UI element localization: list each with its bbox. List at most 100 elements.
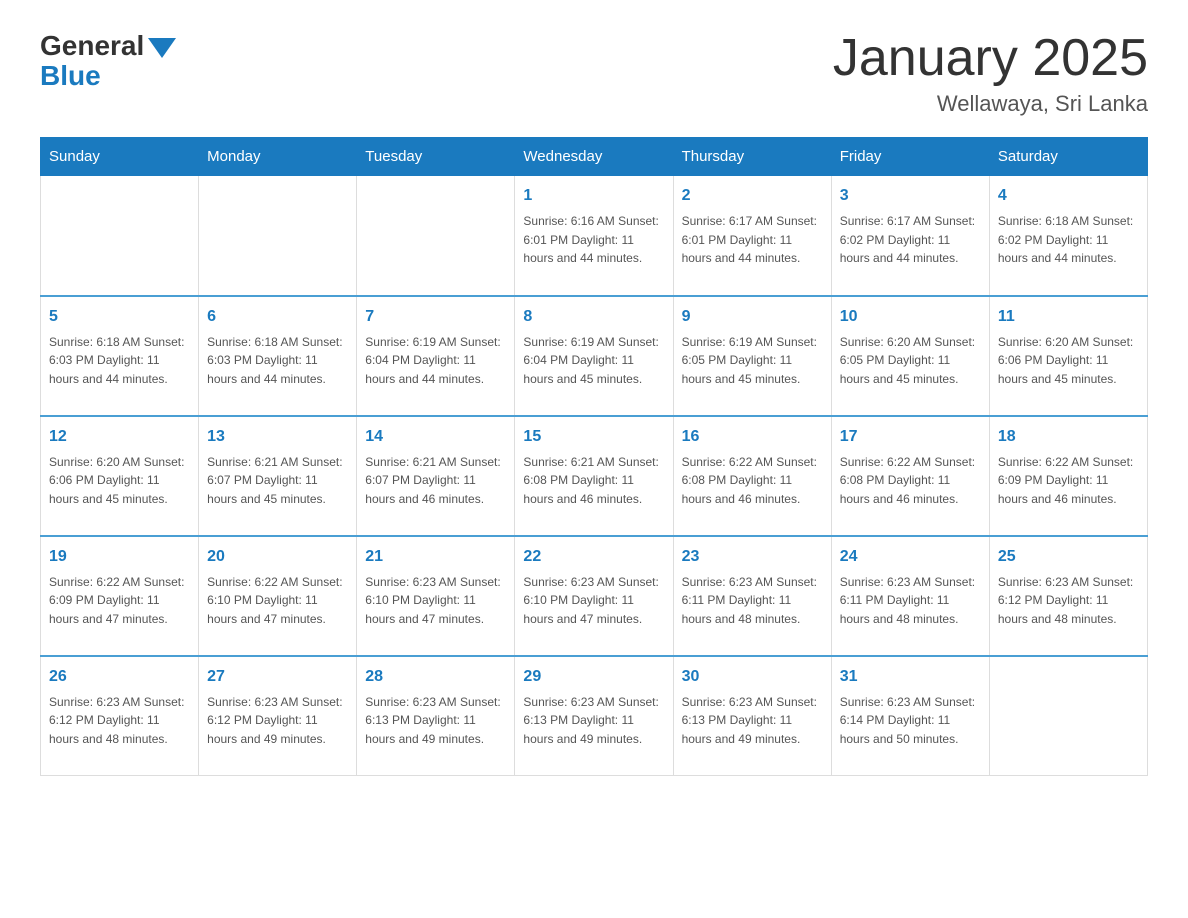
day-info: Sunrise: 6:20 AM Sunset: 6:06 PM Dayligh…: [998, 333, 1139, 389]
calendar-cell: 23 Sunrise: 6:23 AM Sunset: 6:11 PM Dayli…: [673, 536, 831, 656]
day-number: 1: [523, 184, 664, 208]
calendar-cell: 1 Sunrise: 6:16 AM Sunset: 6:01 PM Daylig…: [515, 176, 673, 296]
day-number: 6: [207, 305, 348, 329]
day-info: Sunrise: 6:23 AM Sunset: 6:12 PM Dayligh…: [998, 573, 1139, 629]
day-info: Sunrise: 6:20 AM Sunset: 6:06 PM Dayligh…: [49, 453, 190, 509]
calendar-cell: 22Sunrise: 6:23 AM Sunset: 6:10 PM Dayli…: [515, 536, 673, 656]
calendar-table: SundayMondayTuesdayWednesdayThursdayFrid…: [40, 137, 1148, 776]
calendar-cell: 15 Sunrise: 6:21 AM Sunset: 6:08 PM Dayli…: [515, 416, 673, 536]
day-number: 5: [49, 305, 190, 329]
logo: General Blue: [40, 30, 176, 92]
day-info: Sunrise: 6:18 AM Sunset: 6:03 PM Dayligh…: [49, 333, 190, 389]
calendar-cell: 10 Sunrise: 6:20 AM Sunset: 6:05 PM Dayli…: [831, 296, 989, 416]
calendar-cell: [41, 176, 199, 296]
day-info: Sunrise: 6:23 AM Sunset: 6:12 PM Dayligh…: [207, 693, 348, 749]
calendar-week-row: 12Sunrise: 6:20 AM Sunset: 6:06 PM Dayli…: [41, 416, 1148, 536]
calendar-cell: 11 Sunrise: 6:20 AM Sunset: 6:06 PM Dayli…: [989, 296, 1147, 416]
calendar-cell: 8Sunrise: 6:19 AM Sunset: 6:04 PM Daylig…: [515, 296, 673, 416]
location-text: Wellawaya, Sri Lanka: [833, 91, 1148, 117]
logo-triangle-icon: [148, 38, 176, 58]
calendar-cell: 6Sunrise: 6:18 AM Sunset: 6:03 PM Daylig…: [199, 296, 357, 416]
day-info: Sunrise: 6:18 AM Sunset: 6:02 PM Dayligh…: [998, 212, 1139, 268]
day-number: 15: [523, 425, 664, 449]
day-number: 7: [365, 305, 506, 329]
calendar-cell: 7 Sunrise: 6:19 AM Sunset: 6:04 PM Daylig…: [357, 296, 515, 416]
day-info: Sunrise: 6:23 AM Sunset: 6:10 PM Dayligh…: [365, 573, 506, 629]
day-number: 18: [998, 425, 1139, 449]
weekday-header-row: SundayMondayTuesdayWednesdayThursdayFrid…: [41, 138, 1148, 176]
day-number: 4: [998, 184, 1139, 208]
calendar-cell: [199, 176, 357, 296]
logo-general-text: General: [40, 30, 144, 62]
day-info: Sunrise: 6:20 AM Sunset: 6:05 PM Dayligh…: [840, 333, 981, 389]
day-number: 17: [840, 425, 981, 449]
calendar-cell: [357, 176, 515, 296]
day-number: 31: [840, 665, 981, 689]
day-info: Sunrise: 6:22 AM Sunset: 6:10 PM Dayligh…: [207, 573, 348, 629]
weekday-header-saturday: Saturday: [989, 138, 1147, 176]
calendar-cell: 12Sunrise: 6:20 AM Sunset: 6:06 PM Dayli…: [41, 416, 199, 536]
calendar-cell: 2 Sunrise: 6:17 AM Sunset: 6:01 PM Daylig…: [673, 176, 831, 296]
calendar-week-row: 19 Sunrise: 6:22 AM Sunset: 6:09 PM Dayli…: [41, 536, 1148, 656]
calendar-week-row: 26 Sunrise: 6:23 AM Sunset: 6:12 PM Dayli…: [41, 656, 1148, 776]
day-info: Sunrise: 6:23 AM Sunset: 6:11 PM Dayligh…: [682, 573, 823, 629]
day-info: Sunrise: 6:17 AM Sunset: 6:01 PM Dayligh…: [682, 212, 823, 268]
weekday-header-tuesday: Tuesday: [357, 138, 515, 176]
day-number: 2: [682, 184, 823, 208]
day-number: 19: [49, 545, 190, 569]
calendar-cell: 28Sunrise: 6:23 AM Sunset: 6:13 PM Dayli…: [357, 656, 515, 776]
day-number: 26: [49, 665, 190, 689]
day-info: Sunrise: 6:19 AM Sunset: 6:05 PM Dayligh…: [682, 333, 823, 389]
calendar-week-row: 5 Sunrise: 6:18 AM Sunset: 6:03 PM Daylig…: [41, 296, 1148, 416]
day-number: 28: [365, 665, 506, 689]
calendar-cell: 13 Sunrise: 6:21 AM Sunset: 6:07 PM Dayli…: [199, 416, 357, 536]
calendar-cell: 25Sunrise: 6:23 AM Sunset: 6:12 PM Dayli…: [989, 536, 1147, 656]
weekday-header-wednesday: Wednesday: [515, 138, 673, 176]
day-number: 22: [523, 545, 664, 569]
day-info: Sunrise: 6:21 AM Sunset: 6:07 PM Dayligh…: [207, 453, 348, 509]
weekday-header-thursday: Thursday: [673, 138, 831, 176]
day-info: Sunrise: 6:23 AM Sunset: 6:13 PM Dayligh…: [523, 693, 664, 749]
calendar-cell: 19 Sunrise: 6:22 AM Sunset: 6:09 PM Dayli…: [41, 536, 199, 656]
day-number: 13: [207, 425, 348, 449]
day-number: 9: [682, 305, 823, 329]
day-number: 16: [682, 425, 823, 449]
calendar-week-row: 1 Sunrise: 6:16 AM Sunset: 6:01 PM Daylig…: [41, 176, 1148, 296]
day-number: 14: [365, 425, 506, 449]
calendar-cell: [989, 656, 1147, 776]
calendar-cell: 14 Sunrise: 6:21 AM Sunset: 6:07 PM Dayli…: [357, 416, 515, 536]
calendar-cell: 24Sunrise: 6:23 AM Sunset: 6:11 PM Dayli…: [831, 536, 989, 656]
calendar-cell: 16Sunrise: 6:22 AM Sunset: 6:08 PM Dayli…: [673, 416, 831, 536]
day-number: 11: [998, 305, 1139, 329]
calendar-cell: 9 Sunrise: 6:19 AM Sunset: 6:05 PM Daylig…: [673, 296, 831, 416]
calendar-cell: 29 Sunrise: 6:23 AM Sunset: 6:13 PM Dayli…: [515, 656, 673, 776]
day-number: 21: [365, 545, 506, 569]
day-info: Sunrise: 6:22 AM Sunset: 6:09 PM Dayligh…: [49, 573, 190, 629]
weekday-header-friday: Friday: [831, 138, 989, 176]
logo-blue-text: Blue: [40, 60, 101, 92]
calendar-cell: 20Sunrise: 6:22 AM Sunset: 6:10 PM Dayli…: [199, 536, 357, 656]
day-info: Sunrise: 6:23 AM Sunset: 6:11 PM Dayligh…: [840, 573, 981, 629]
day-info: Sunrise: 6:21 AM Sunset: 6:07 PM Dayligh…: [365, 453, 506, 509]
day-number: 10: [840, 305, 981, 329]
weekday-header-sunday: Sunday: [41, 138, 199, 176]
day-info: Sunrise: 6:22 AM Sunset: 6:08 PM Dayligh…: [840, 453, 981, 509]
calendar-cell: 18 Sunrise: 6:22 AM Sunset: 6:09 PM Dayli…: [989, 416, 1147, 536]
page-header: General Blue January 2025 Wellawaya, Sri…: [40, 30, 1148, 117]
calendar-cell: 17 Sunrise: 6:22 AM Sunset: 6:08 PM Dayli…: [831, 416, 989, 536]
calendar-cell: 27 Sunrise: 6:23 AM Sunset: 6:12 PM Dayli…: [199, 656, 357, 776]
day-info: Sunrise: 6:23 AM Sunset: 6:14 PM Dayligh…: [840, 693, 981, 749]
month-title: January 2025: [833, 30, 1148, 87]
day-info: Sunrise: 6:21 AM Sunset: 6:08 PM Dayligh…: [523, 453, 664, 509]
calendar-cell: 3Sunrise: 6:17 AM Sunset: 6:02 PM Daylig…: [831, 176, 989, 296]
day-info: Sunrise: 6:16 AM Sunset: 6:01 PM Dayligh…: [523, 212, 664, 268]
day-number: 27: [207, 665, 348, 689]
day-number: 8: [523, 305, 664, 329]
day-number: 23: [682, 545, 823, 569]
calendar-cell: 30Sunrise: 6:23 AM Sunset: 6:13 PM Dayli…: [673, 656, 831, 776]
calendar-cell: 5 Sunrise: 6:18 AM Sunset: 6:03 PM Daylig…: [41, 296, 199, 416]
calendar-cell: 26Sunrise: 6:23 AM Sunset: 6:12 PM Dayli…: [41, 656, 199, 776]
day-info: Sunrise: 6:22 AM Sunset: 6:09 PM Dayligh…: [998, 453, 1139, 509]
day-number: 29: [523, 665, 664, 689]
day-info: Sunrise: 6:19 AM Sunset: 6:04 PM Dayligh…: [365, 333, 506, 389]
